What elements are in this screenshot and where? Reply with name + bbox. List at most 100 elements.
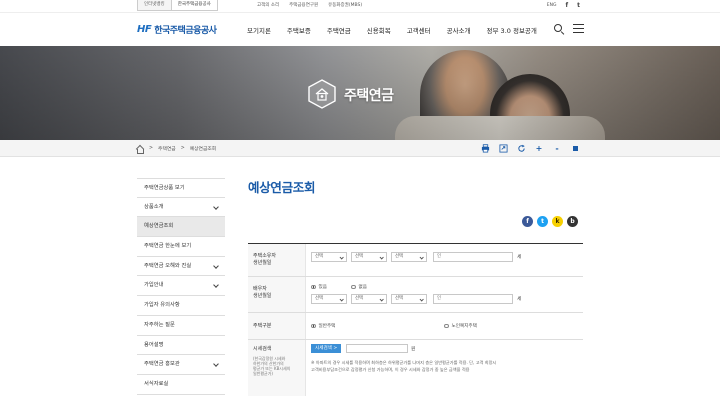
owner-birth-label: 생년월일 <box>253 260 272 266</box>
house-type-row: 주택구분 일반주택 노인복지주택 <box>248 313 583 340</box>
facebook-icon[interactable]: f <box>522 216 533 227</box>
spouse-month-select[interactable]: 선택 <box>351 294 387 304</box>
spouse-age-unit: 세 <box>517 297 522 302</box>
breadcrumb: > 주택연금 > 예상연금조회 <box>135 140 216 157</box>
spouse-day-select[interactable]: 선택 <box>391 294 427 304</box>
breadcrumb-bar: > 주택연금 > 예상연금조회 + - <box>0 140 720 157</box>
utility-bar: 인터넷뱅킹 한국주택금융공사 고객의 소리 주택금융연구원 유동화증권(MBS)… <box>0 0 720 12</box>
sidebar-item-intro[interactable]: 상품소개 <box>137 198 225 218</box>
link-mbs[interactable]: 유동화증권(MBS) <box>328 0 362 11</box>
breadcrumb-current: 예상연금조회 <box>189 147 217 152</box>
sidebar-item-label: 서식자료실 <box>144 380 169 387</box>
price-note-line1: ※ 아파트의 경우 시세를 적용하며 최하층은 하위평균가를 나머지 층은 일반… <box>311 360 497 365</box>
breadcrumb-item[interactable]: 주택연금 <box>158 145 176 152</box>
tab-internet-banking[interactable]: 인터넷뱅킹 <box>137 0 172 11</box>
sidebar-item-promo[interactable]: 주택연금 홍보관 <box>137 355 225 375</box>
nav-housing-pension[interactable]: 주택연금 <box>327 25 351 35</box>
lang-link[interactable]: ENG <box>547 0 557 11</box>
sidebar-item-products[interactable]: 주택연금상품 보기 <box>137 178 225 198</box>
link-research-institute[interactable]: 주택금융연구원 <box>289 0 318 11</box>
sidebar-item-glossary[interactable]: 용어설명 <box>137 336 225 356</box>
price-search-label: 시세검색 <box>253 346 272 352</box>
tab-hf-corp[interactable]: 한국주택금융공사 <box>170 0 218 11</box>
price-search-row: 시세검색 (한국감정원 시세와 하한가의 산한가의 평균가 또는 KB시세의 일… <box>248 340 583 396</box>
stop-icon[interactable] <box>568 142 582 155</box>
zoom-in-button[interactable]: + <box>532 142 546 155</box>
sidebar-item-faq[interactable]: 자주하는 질문 <box>137 316 225 336</box>
house-icon <box>307 79 337 109</box>
sidebar-item-label: 가입자 유의사항 <box>144 302 180 309</box>
utility-right: ENG f t <box>547 0 580 11</box>
owner-day-select[interactable]: 선택 <box>391 252 427 262</box>
nav-housing-guarantee[interactable]: 주택보증 <box>287 25 311 35</box>
site-logo[interactable]: HF 한국주택금융공사 <box>137 23 217 36</box>
kakao-icon[interactable]: k <box>552 216 563 227</box>
share-buttons: f t k b <box>522 216 578 227</box>
sidebar-item-label: 주택연금 오해와 진실 <box>144 262 192 269</box>
nav-gov-info[interactable]: 정부 3.0 정보공개 <box>487 25 537 35</box>
owner-age-field[interactable]: 인 <box>433 252 513 262</box>
sidebar-item-estimate[interactable]: 예상연금조회 <box>137 217 225 238</box>
facebook-icon[interactable]: f <box>566 0 569 11</box>
nav-customer-center[interactable]: 고객센터 <box>407 25 431 35</box>
price-unit: 원 <box>411 347 416 352</box>
main-nav: 모기지론 주택보증 주택연금 신용회복 고객센터 공사소개 정부 3.0 정보공… <box>247 13 553 47</box>
owner-label: 주택소유자 <box>253 253 277 259</box>
utility-tabs: 인터넷뱅킹 한국주택금융공사 <box>137 0 218 11</box>
senior-welfare-house-radio[interactable]: 노인복지주택 <box>444 323 477 329</box>
price-note-line2: 고객비용부담조건으로 감정평가 신청 가능하며, 이 경우 시세와 감정가 중 … <box>311 367 470 372</box>
house-type-label: 주택구분 <box>253 323 272 329</box>
sidebar-item-label: 자주하는 질문 <box>144 321 175 328</box>
chevron-down-icon <box>213 282 219 289</box>
sidebar-item-label: 주택연금상품 보기 <box>144 185 185 191</box>
price-search-button[interactable]: 시세검색 > <box>311 344 342 353</box>
print-icon[interactable] <box>478 142 492 155</box>
band-icon[interactable]: b <box>567 216 578 227</box>
sidebar-item-label: 상품소개 <box>144 203 164 210</box>
sidebar-item-label: 용어설명 <box>144 341 164 348</box>
sidebar-item-label: 예상연금조회 <box>144 223 174 230</box>
page-tools: + - <box>478 142 582 155</box>
hero-title: 주택연금 <box>344 88 394 104</box>
chevron-down-icon <box>213 203 219 210</box>
sidebar-item-label: 주택연금 한눈에 보기 <box>144 243 192 250</box>
owner-age-unit: 세 <box>517 255 522 260</box>
home-icon[interactable] <box>135 145 144 154</box>
zoom-out-button[interactable]: - <box>550 142 564 155</box>
chevron-down-icon <box>213 361 219 368</box>
spouse-birth-label: 생년월일 <box>253 293 272 299</box>
search-icon[interactable] <box>554 24 564 34</box>
spouse-birth-row: 배우자 생년월일 있음 없음 선택 선택 선택 인 세 <box>248 277 583 313</box>
sidebar-item-overview[interactable]: 주택연금 한눈에 보기 <box>137 237 225 257</box>
nav-credit-recovery[interactable]: 신용회복 <box>367 25 391 35</box>
logo-mark: HF <box>137 24 152 35</box>
spouse-age-field[interactable]: 인 <box>433 294 513 304</box>
menu-icon[interactable] <box>573 24 584 33</box>
nav-mortgage[interactable]: 모기지론 <box>247 25 271 35</box>
owner-birth-row: 주택소유자 생년월일 선택 선택 선택 인 세 <box>248 244 583 277</box>
sidebar-item-myths[interactable]: 주택연금 오해와 진실 <box>137 257 225 277</box>
sidebar: 주택연금상품 보기 상품소개 예상연금조회 주택연금 한눈에 보기 주택연금 오… <box>137 178 225 395</box>
estimate-form: 주택소유자 생년월일 선택 선택 선택 인 세 배우자 생년월일 있음 없음 선… <box>248 243 583 396</box>
page-title: 예상연금조회 <box>248 180 316 195</box>
logo-text: 한국주택금융공사 <box>154 26 217 36</box>
price-field[interactable] <box>346 344 408 353</box>
twitter-icon[interactable]: t <box>537 216 548 227</box>
twitter-icon[interactable]: t <box>577 0 580 11</box>
sidebar-item-forms[interactable]: 서식자료실 <box>137 375 225 395</box>
share-icon[interactable] <box>496 142 510 155</box>
refresh-icon[interactable] <box>514 142 528 155</box>
general-house-radio[interactable]: 일반주택 <box>311 323 335 329</box>
spouse-no-radio[interactable]: 없음 <box>351 284 367 290</box>
link-customer-voice[interactable]: 고객의 소리 <box>257 0 279 11</box>
chevron-down-icon <box>213 262 219 269</box>
owner-year-select[interactable]: 선택 <box>311 252 347 262</box>
sidebar-item-notices[interactable]: 가입자 유의사항 <box>137 296 225 316</box>
nav-about[interactable]: 공사소개 <box>447 25 471 35</box>
owner-month-select[interactable]: 선택 <box>351 252 387 262</box>
sidebar-item-label: 가입안내 <box>144 282 164 289</box>
header-icons <box>554 24 584 34</box>
spouse-year-select[interactable]: 선택 <box>311 294 347 304</box>
sidebar-item-join-guide[interactable]: 가입안내 <box>137 276 225 297</box>
spouse-yes-radio[interactable]: 있음 <box>311 284 327 290</box>
